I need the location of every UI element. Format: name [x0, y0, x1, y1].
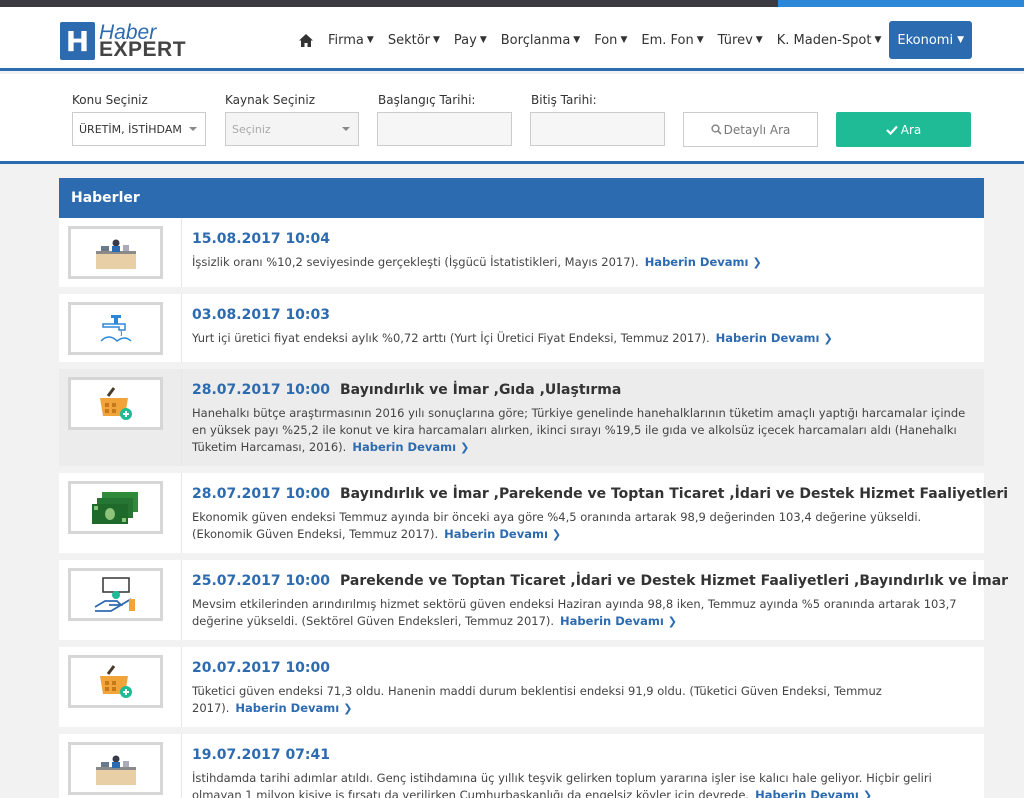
chevron-down-icon: ▼ [573, 35, 581, 45]
water-tap-icon[interactable] [68, 302, 163, 355]
read-more-link[interactable]: Haberin Devamı ❯ [645, 255, 762, 269]
news-item: 28.07.2017 10:00 Bayındırlık ve İmar ,Par… [59, 473, 1008, 553]
topic-select-value: ÜRETİM, İSTİHDAM [79, 122, 182, 136]
read-more-link[interactable]: Haberin Devamı ❯ [560, 614, 677, 628]
news-date: 28.07.2017 10:00 [192, 382, 331, 398]
news-item: 15.08.2017 10:04 İşsizlik oranı %10,2 se… [59, 218, 984, 287]
chevron-right-icon: ❯ [343, 702, 353, 715]
search-button[interactable]: Ara [836, 112, 971, 147]
news-date: 15.08.2017 10:04 [192, 231, 331, 247]
read-more-link[interactable]: Haberin Devamı ❯ [444, 527, 561, 541]
source-select[interactable]: Seçiniz [225, 112, 359, 146]
news-item: 03.08.2017 10:03 Yurt içi üretici fiyat … [59, 294, 984, 362]
news-date: 25.07.2017 10:00 [192, 573, 331, 589]
detailed-search-button[interactable]: Detaylı Ara [683, 112, 818, 147]
chevron-right-icon: ❯ [551, 528, 562, 541]
nav-item-fon[interactable]: Fon ▼ [594, 33, 627, 48]
read-more-link[interactable]: Haberin Devamı ❯ [352, 440, 469, 454]
news-item: 25.07.2017 10:00 Parekende ve Toptan Tica… [59, 560, 1008, 640]
chevron-down-icon: ▼ [755, 35, 763, 45]
site-header: H Haber EXPERT Firma ▼ Sektör ▼ Pay ▼ Borçl… [0, 7, 1024, 71]
read-more-link[interactable]: Haberin Devamı ❯ [716, 331, 833, 345]
brand-logo[interactable]: H Haber EXPERT [60, 21, 186, 61]
news-date: 03.08.2017 10:03 [192, 307, 331, 323]
dropdown-arrow-icon [189, 127, 197, 131]
logo-mark: H [60, 22, 95, 60]
source-select-value: Seçiniz [232, 122, 271, 136]
start-date-input[interactable] [377, 112, 512, 146]
nav-item-borclanma[interactable]: Borçlanma ▼ [501, 33, 580, 48]
top-strip [0, 0, 1024, 7]
chevron-down-icon: ▼ [433, 35, 440, 45]
news-item: 28.07.2017 10:00 Bayındırlık ve İmar ,Gıd… [59, 369, 984, 466]
chevron-right-icon: ❯ [667, 615, 678, 628]
news-category: Parekende ve Toptan Ticaret ,İdari ve De… [340, 573, 1009, 589]
chevron-down-icon: ▼ [620, 35, 628, 45]
source-label: Kaynak Seçiniz [225, 93, 316, 107]
news-item: 20.07.2017 10:00 Tüketici güven endeksi … [59, 647, 984, 727]
news-text: Hanehalkı bütçe araştırmasının 2016 yılı… [192, 406, 966, 454]
news-panel-title: Haberler [59, 178, 984, 218]
shopping-basket-icon[interactable] [68, 377, 163, 430]
end-date-input[interactable] [530, 112, 665, 146]
office-worker-icon[interactable] [68, 226, 163, 279]
start-date-label: Başlangıç Tarihi: [378, 93, 476, 107]
read-more-link[interactable]: Haberin Devamı ❯ [235, 701, 352, 715]
end-date-label: Bitiş Tarihi: [531, 93, 597, 107]
news-date: 20.07.2017 10:00 [192, 660, 331, 676]
logo-line2: EXPERT [99, 38, 187, 61]
news-date: 28.07.2017 10:00 [192, 486, 331, 502]
news-text: İşsizlik oranı %10,2 seviyesinde gerçekl… [192, 255, 639, 269]
nav-item-pay[interactable]: Pay ▼ [454, 33, 487, 48]
office-worker-icon[interactable] [68, 742, 163, 795]
chevron-down-icon: ▼ [957, 35, 964, 45]
chevron-right-icon: ❯ [460, 441, 470, 454]
chevron-right-icon: ❯ [862, 789, 873, 798]
news-text: Yurt içi üretici fiyat endeksi aylık %0,… [192, 331, 710, 345]
money-stack-icon[interactable] [68, 481, 163, 534]
news-item: 19.07.2017 07:41 İstihdamda tarihi adıml… [59, 734, 984, 798]
topic-select[interactable]: ÜRETİM, İSTİHDAM [72, 112, 206, 146]
news-category: Bayındırlık ve İmar ,Gıda ,Ulaştırma [340, 382, 622, 398]
chevron-right-icon: ❯ [823, 332, 833, 345]
chevron-down-icon: ▼ [874, 35, 882, 45]
home-icon[interactable] [296, 30, 316, 50]
chevron-down-icon: ▼ [366, 35, 374, 45]
check-icon [885, 125, 898, 135]
search-icon [710, 124, 722, 135]
top-strip-accent [778, 0, 1024, 7]
read-more-link[interactable]: Haberin Devamı ❯ [755, 788, 872, 798]
dropdown-arrow-icon [342, 127, 350, 131]
nav-item-maden-spot[interactable]: K. Maden-Spot ▼ [777, 33, 882, 48]
chevron-right-icon: ❯ [752, 256, 762, 269]
chevron-down-icon: ▼ [479, 35, 487, 45]
main-nav: Firma ▼ Sektör ▼ Pay ▼ Borçlanma ▼ Fon ▼ Em. … [296, 21, 972, 59]
nav-item-firma[interactable]: Firma ▼ [328, 33, 374, 48]
chevron-down-icon: ▼ [696, 35, 704, 45]
shopping-basket-icon[interactable] [68, 655, 163, 708]
nav-item-turev[interactable]: Türev ▼ [718, 33, 763, 48]
filter-bar: Konu Seçiniz ÜRETİM, İSTİHDAM Kaynak Seç… [0, 74, 1024, 164]
nav-item-sektor[interactable]: Sektör ▼ [388, 33, 440, 48]
nav-item-ekonomi[interactable]: Ekonomi ▼ [889, 21, 972, 59]
service-hand-icon[interactable] [68, 568, 163, 621]
nav-item-em-fon[interactable]: Em. Fon ▼ [641, 33, 703, 48]
topic-label: Konu Seçiniz [72, 93, 148, 107]
news-date: 19.07.2017 07:41 [192, 747, 331, 763]
news-category: Bayındırlık ve İmar ,Parekende ve Toptan… [340, 486, 1009, 502]
